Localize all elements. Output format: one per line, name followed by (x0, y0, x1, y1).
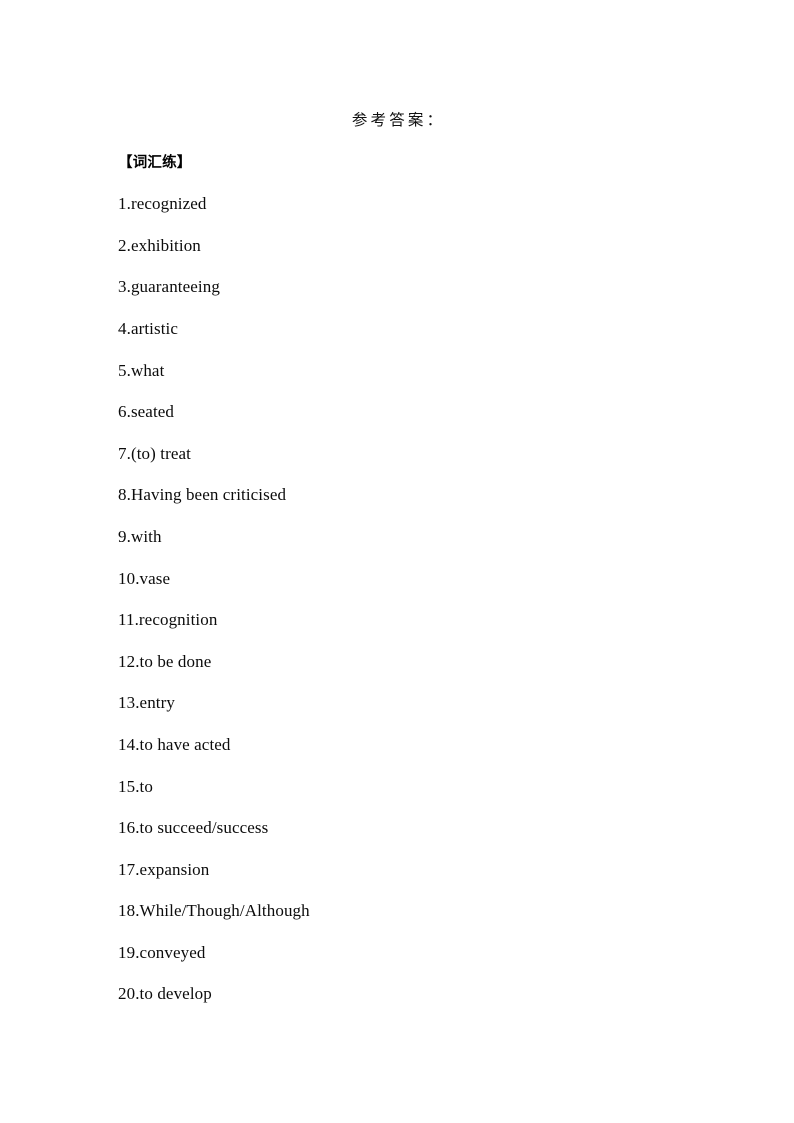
answer-item: 4.artistic (118, 318, 179, 338)
answer-item: 9.with (118, 526, 162, 546)
answer-item: 18.While/Though/Although (118, 901, 310, 921)
answer-item: 16.to succeed/success (118, 818, 269, 838)
section-heading-vocabulary: 【词汇练】 (118, 153, 192, 171)
answer-item: 3.guaranteeing (118, 277, 220, 297)
answer-item: 5.what (118, 360, 165, 380)
answer-item: 15.to (118, 776, 153, 796)
document-page: 参考答案： 【词汇练】 1.recognized 2.exhibition 3.… (0, 0, 794, 1123)
answer-item: 13.entry (118, 693, 175, 713)
answer-item: 17.expansion (118, 859, 210, 879)
top-margin-spacer (118, 0, 676, 100)
answer-item: 12.to be done (118, 651, 212, 671)
answer-item: 14.to have acted (118, 734, 231, 754)
answer-item: 2.exhibition (118, 235, 201, 255)
answer-item: 11.recognition (118, 610, 218, 630)
answer-item: 19.conveyed (118, 942, 206, 962)
document-title: 参考答案： (351, 111, 446, 129)
answer-item: 10.vase (118, 568, 171, 588)
answer-item: 20.to develop (118, 984, 212, 1004)
answer-item: 6.seated (118, 402, 175, 422)
answer-item: 7.(to) treat (118, 443, 191, 463)
document-body: 参考答案： 【词汇练】 1.recognized 2.exhibition 3.… (118, 0, 676, 1015)
answer-list: 1.recognized 2.exhibition 3.guaranteeing… (118, 183, 676, 1015)
answer-item: 1.recognized (118, 194, 207, 214)
answer-item: 8.Having been criticised (118, 485, 287, 505)
